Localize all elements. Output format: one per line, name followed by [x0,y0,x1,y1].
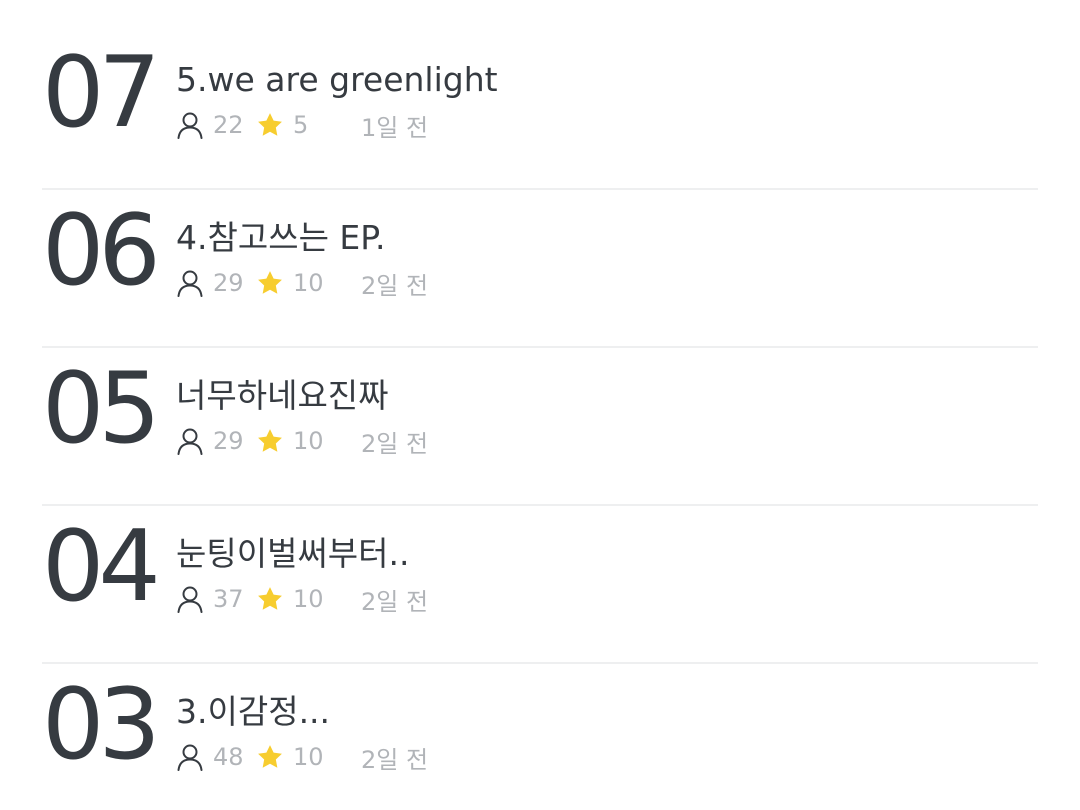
star-icon [256,742,284,772]
episode-number: 07 [42,36,161,150]
episode-item-05[interactable]: 05 너무하네요진짜 29 10 2일 전 [42,348,1038,506]
episode-list: 07 5.we are greenlight 22 5 1일 전 06 4.참고… [0,0,1080,810]
star-count: 5 [293,111,309,139]
star-icon [256,110,284,140]
star-icon [256,584,284,614]
person-icon [176,584,204,614]
view-count: 48 [213,743,244,771]
view-count: 22 [213,111,244,139]
person-icon [176,742,204,772]
upload-date: 2일 전 [361,271,429,300]
upload-date: 1일 전 [361,113,429,142]
person-icon [176,268,204,298]
upload-date: 2일 전 [361,429,429,458]
star-icon [256,426,284,456]
upload-date: 2일 전 [361,745,429,774]
episode-item-04[interactable]: 04 눈팅이벌써부터.. 37 10 2일 전 [42,506,1038,664]
episode-title[interactable]: 4.참고쓰는 EP. [176,216,386,260]
episode-title[interactable]: 눈팅이벌써부터.. [176,532,410,576]
episode-item-06[interactable]: 06 4.참고쓰는 EP. 29 10 2일 전 [42,190,1038,348]
view-count: 29 [213,269,244,297]
star-count: 10 [293,743,324,771]
star-count: 10 [293,269,324,297]
person-icon [176,110,204,140]
star-count: 10 [293,585,324,613]
episode-meta: 29 10 2일 전 [176,266,428,300]
episode-number: 05 [42,352,161,466]
episode-number: 03 [42,668,161,782]
star-icon [256,268,284,298]
episode-meta: 37 10 2일 전 [176,582,428,616]
view-count: 37 [213,585,244,613]
episode-number: 04 [42,510,161,624]
episode-item-03[interactable]: 03 3.이감정... 48 10 2일 전 [42,664,1038,810]
episode-item-07[interactable]: 07 5.we are greenlight 22 5 1일 전 [42,32,1038,190]
view-count: 29 [213,427,244,455]
episode-meta: 29 10 2일 전 [176,424,428,458]
star-count: 10 [293,427,324,455]
person-icon [176,426,204,456]
episode-title[interactable]: 너무하네요진짜 [176,374,389,418]
episode-meta: 48 10 2일 전 [176,740,428,774]
episode-title[interactable]: 5.we are greenlight [176,58,498,102]
episode-meta: 22 5 1일 전 [176,108,428,142]
episode-number: 06 [42,194,161,308]
episode-title[interactable]: 3.이감정... [176,690,330,734]
upload-date: 2일 전 [361,587,429,616]
